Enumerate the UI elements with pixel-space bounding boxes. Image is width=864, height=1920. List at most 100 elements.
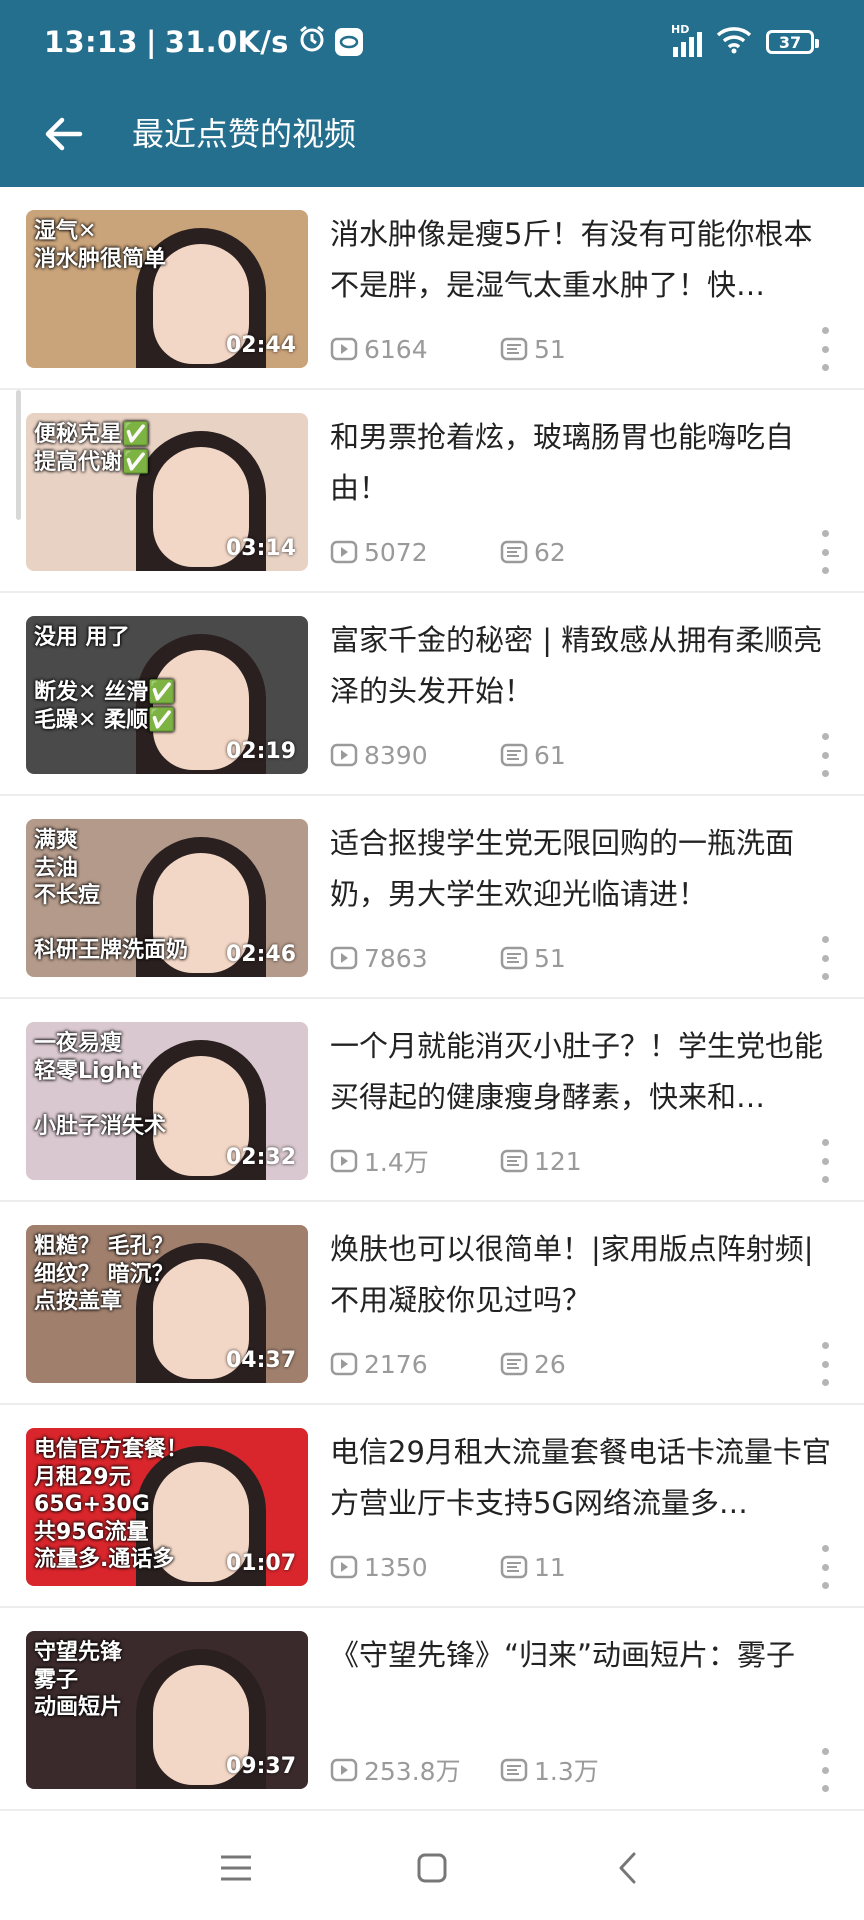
home-square-icon [417,1853,447,1883]
status-bar: 13:13 | 31.0K/s HD 37 [0,0,864,84]
video-list-item[interactable]: 满爽 去油 不长痘 科研王牌洗面奶 02:46 适合抠搜学生党无限回购的一瓶洗面… [0,796,864,999]
thumbnail-caption: 电信官方套餐！ 月租29元 65G+30G 共95G流量 流量多.通话多 [34,1437,189,1572]
arrow-left-icon [45,117,83,151]
wifi-icon [716,26,752,58]
video-list-item[interactable]: 守望先锋 雾子 动画短片 09:37 《守望先锋》“归来”动画短片：雾子 253… [0,1608,864,1811]
dot [821,567,829,574]
danmaku-icon [500,337,528,361]
dot [821,1176,829,1183]
alarm-icon [297,24,327,61]
video-duration: 03:14 [225,536,296,561]
video-title[interactable]: 焕肤也可以很简单！|家用版点阵射频|不用凝胶你见过吗？ [330,1224,835,1326]
comments-stat: 11 [500,1553,566,1582]
page-title: 最近点赞的视频 [132,115,357,153]
dot [821,973,829,980]
video-list-item[interactable]: 粗糙？ 毛孔？ 细纹？ 暗沉？ 点按盖章 04:37 焕肤也可以很简单！|家用版… [0,1202,864,1405]
views-stat: 1350 [330,1553,500,1582]
more-options-button[interactable] [810,733,840,777]
thumbnail-caption: 没用 用了 断发✕ 丝滑✅ 毛躁✕ 柔顺✅ [34,625,176,733]
dot [821,364,829,371]
video-list: 湿气✕ 消水肿很简单 02:44 消水肿像是瘦5斤！有没有可能你根本不是胖，是湿… [0,187,864,1811]
back-nav-button[interactable] [598,1838,658,1898]
play-count-icon [330,946,358,970]
video-thumbnail[interactable]: 满爽 去油 不长痘 科研王牌洗面奶 02:46 [26,819,308,977]
video-title[interactable]: 和男票抢着炫，玻璃肠胃也能嗨吃自由！ [330,412,835,514]
comments-stat: 61 [500,741,566,770]
video-thumbnail[interactable]: 粗糙？ 毛孔？ 细纹？ 暗沉？ 点按盖章 04:37 [26,1225,308,1383]
video-thumbnail[interactable]: 电信官方套餐！ 月租29元 65G+30G 共95G流量 流量多.通话多 01:… [26,1428,308,1586]
view-count: 1350 [364,1552,428,1582]
thumbnail-caption: 粗糙？ 毛孔？ 细纹？ 暗沉？ 点按盖章 [34,1234,174,1314]
comment-count: 51 [534,334,566,364]
dot [821,1342,829,1349]
video-list-item[interactable]: 电信官方套餐！ 月租29元 65G+30G 共95G流量 流量多.通话多 01:… [0,1405,864,1608]
app-notification-icon [334,28,363,56]
video-title[interactable]: 电信29月租大流量套餐电话卡流量卡官方营业厅卡支持5G网络流量多… [330,1427,835,1529]
page-header: 最近点赞的视频 [0,84,864,187]
dot [821,936,829,943]
more-options-button[interactable] [810,1139,840,1183]
more-options-button[interactable] [810,1342,840,1386]
play-count-icon [330,743,358,767]
comment-count: 61 [534,740,566,770]
danmaku-icon [500,540,528,564]
signal-icon: HD [671,23,702,57]
video-thumbnail[interactable]: 一夜易瘦 轻零Light 小肚子消失术 02:32 [26,1022,308,1180]
video-list-item[interactable]: 便秘克星✅ 提高代谢✅ 03:14 和男票抢着炫，玻璃肠胃也能嗨吃自由！ 507… [0,390,864,593]
video-stats: 253.8万 1.3万 [330,1752,599,1788]
views-stat: 1.4万 [330,1143,500,1179]
status-separator: | [145,25,157,59]
dot [821,1545,829,1552]
dot [821,770,829,777]
dot [821,751,829,759]
dot [821,1139,829,1146]
menu-button[interactable] [206,1838,266,1898]
video-stats: 1.4万 121 [330,1143,582,1179]
video-stats: 5072 62 [330,534,566,570]
video-duration: 04:37 [225,1348,296,1373]
video-title[interactable]: 适合抠搜学生党无限回购的一瓶洗面奶，男大学生欢迎光临请进！ [330,818,835,920]
more-options-button[interactable] [810,327,840,371]
video-title[interactable]: 《守望先锋》“归来”动画短片：雾子 [330,1630,835,1681]
hd-label: HD [671,23,690,36]
home-button[interactable] [402,1838,462,1898]
views-stat: 8390 [330,741,500,770]
more-options-button[interactable] [810,936,840,980]
dot [821,733,829,740]
video-thumbnail[interactable]: 便秘克星✅ 提高代谢✅ 03:14 [26,413,308,571]
video-title[interactable]: 消水肿像是瘦5斤！有没有可能你根本不是胖，是湿气太重水肿了！快… [330,209,835,311]
network-speed: 31.0K/s [164,25,289,59]
dot [821,1379,829,1386]
video-list-item[interactable]: 一夜易瘦 轻零Light 小肚子消失术 02:32 一个月就能消灭小肚子？！学生… [0,999,864,1202]
views-stat: 253.8万 [330,1752,500,1788]
views-stat: 7863 [330,944,500,973]
dot [821,1563,829,1571]
video-title[interactable]: 富家千金的秘密 | 精致感从拥有柔顺亮泽的头发开始！ [330,615,835,717]
video-stats: 1350 11 [330,1549,566,1585]
video-list-item[interactable]: 湿气✕ 消水肿很简单 02:44 消水肿像是瘦5斤！有没有可能你根本不是胖，是湿… [0,187,864,390]
status-time: 13:13 [44,25,138,59]
app-top-bar: 13:13 | 31.0K/s HD 37 最近点赞的视频 [0,0,864,187]
back-button[interactable] [34,104,94,164]
video-thumbnail[interactable]: 湿气✕ 消水肿很简单 02:44 [26,210,308,368]
more-options-button[interactable] [810,1748,840,1792]
view-count: 1.4万 [364,1148,429,1177]
video-thumbnail[interactable]: 守望先锋 雾子 动画短片 09:37 [26,1631,308,1789]
more-options-button[interactable] [810,530,840,574]
video-list-item[interactable]: 没用 用了 断发✕ 丝滑✅ 毛躁✕ 柔顺✅ 02:19 富家千金的秘密 | 精致… [0,593,864,796]
video-thumbnail[interactable]: 没用 用了 断发✕ 丝滑✅ 毛躁✕ 柔顺✅ 02:19 [26,616,308,774]
views-stat: 6164 [330,335,500,364]
video-title[interactable]: 一个月就能消灭小肚子？！学生党也能买得起的健康瘦身酵素，快来和… [330,1021,835,1123]
view-count: 8390 [364,740,428,770]
comments-stat: 1.3万 [500,1752,599,1788]
video-stats: 2176 26 [330,1346,566,1382]
danmaku-icon [500,1758,528,1782]
comment-count: 51 [534,943,566,973]
dot [821,1766,829,1774]
thumbnail-caption: 守望先锋 雾子 动画短片 [34,1640,123,1720]
play-count-icon [330,1352,358,1376]
status-left: 13:13 | 31.0K/s [44,20,363,64]
danmaku-icon [500,946,528,970]
more-options-button[interactable] [810,1545,840,1589]
video-duration: 09:37 [225,1754,296,1779]
